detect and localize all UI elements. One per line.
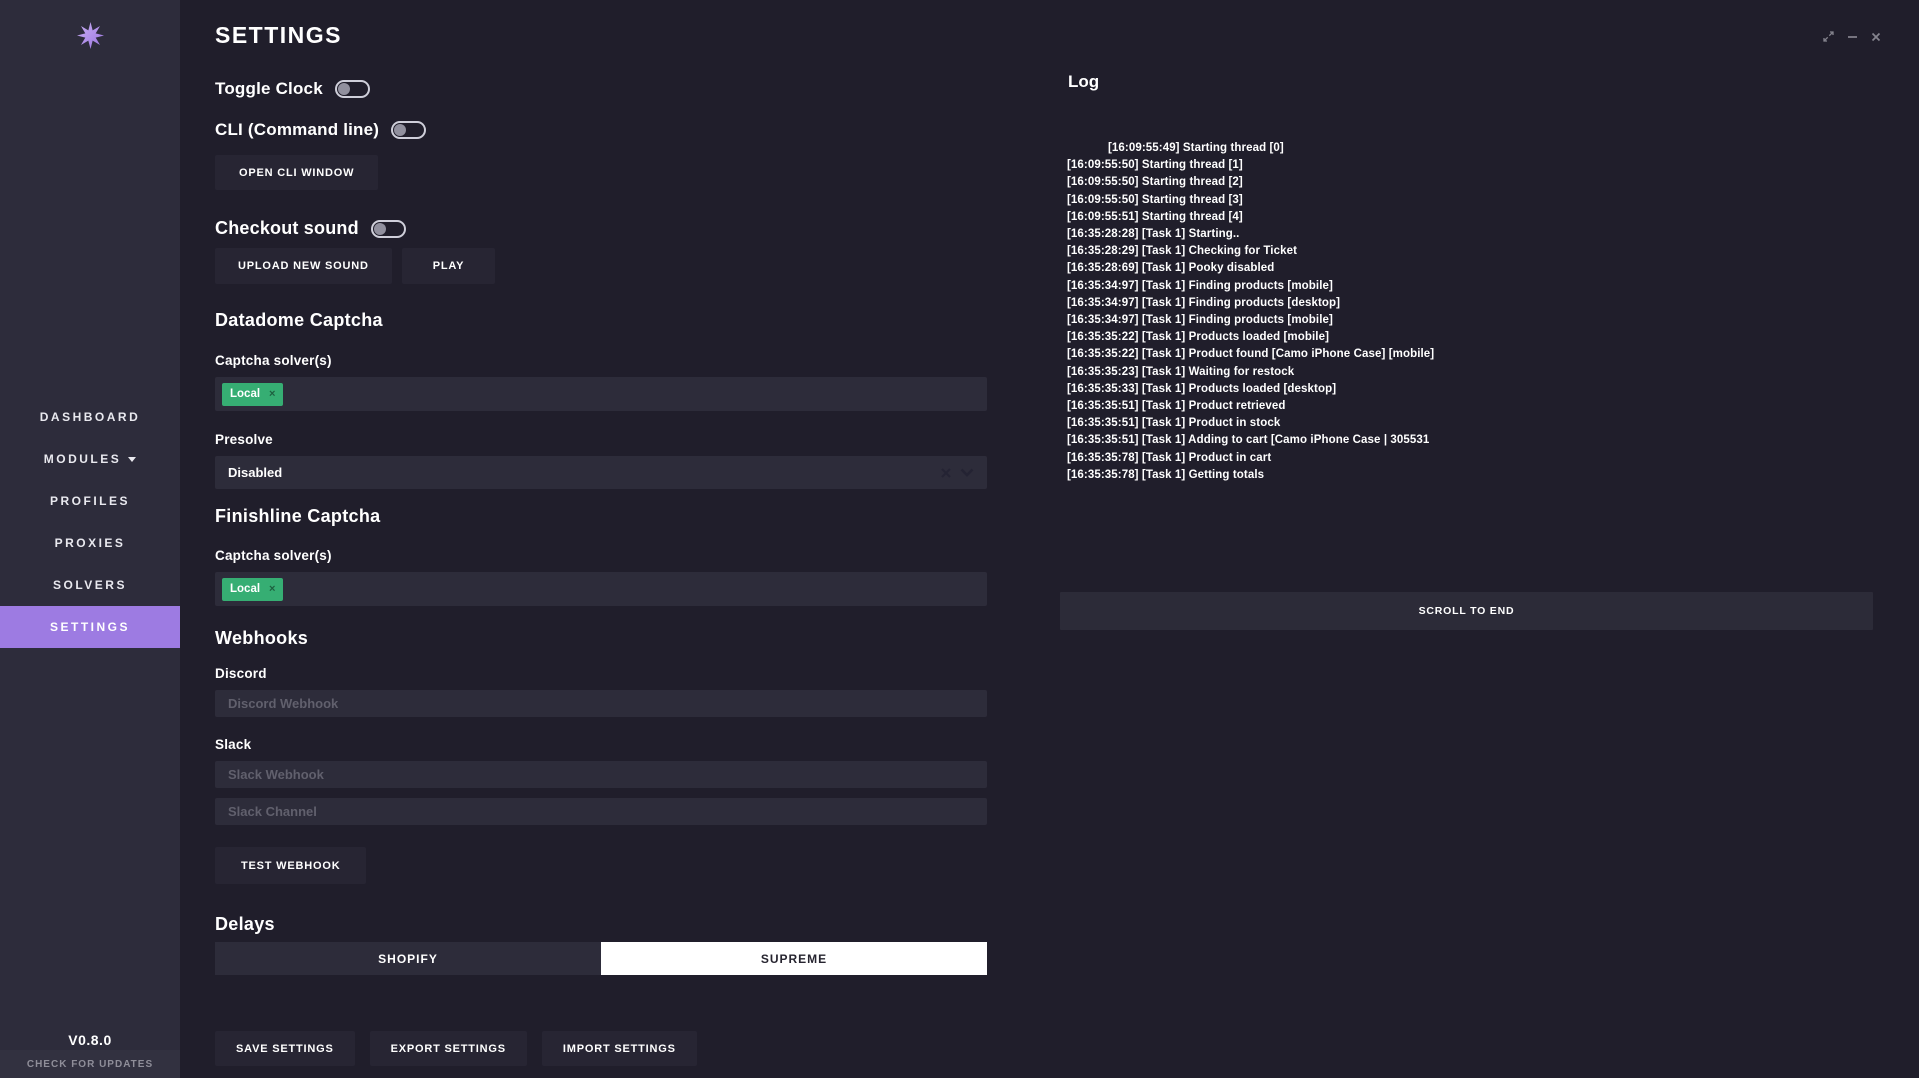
log-entry: [16:35:35:51] [Task 1] Product in stock (1067, 415, 1867, 432)
finishline-solver-select[interactable]: Local (215, 572, 987, 606)
toggle-clock-switch[interactable] (335, 80, 370, 98)
test-webhook-button[interactable]: TEST WEBHOOK (215, 847, 366, 884)
sidebar-item[interactable]: PROXIES (0, 522, 180, 564)
log-panel: Log [16:09:55:49] Starting thread [0] [1… (1060, 0, 1873, 1078)
delays-tab-label: SUPREME (761, 952, 827, 966)
webhooks-heading: Webhooks (215, 628, 987, 652)
log-entry: [16:35:34:97] [Task 1] Finding products … (1067, 312, 1867, 329)
app-window: DASHBOARD MODULES PROFILES PROXIES (0, 0, 1919, 1078)
sidebar-item-label: DASHBOARD (40, 410, 141, 424)
discord-label: Discord (215, 666, 987, 684)
log-entry: [16:35:28:28] [Task 1] Starting.. (1067, 226, 1867, 243)
sidebar-item-label: SETTINGS (50, 620, 130, 634)
clear-icon[interactable] (940, 467, 952, 479)
solver-chip-label: Local (230, 388, 260, 400)
app-logo (0, 22, 180, 49)
settings-footer-buttons: SAVE SETTINGS EXPORT SETTINGS IMPORT SET… (215, 1031, 987, 1066)
log-entry: [16:35:35:23] [Task 1] Waiting for resto… (1067, 364, 1867, 381)
sidebar-item-label: MODULES (44, 452, 122, 466)
presolve-dropdown[interactable]: Disabled (215, 456, 987, 489)
toggle-knob (374, 223, 386, 235)
log-entry: [16:35:28:29] [Task 1] Checking for Tick… (1067, 243, 1867, 260)
log-entry: [16:09:55:49] Starting thread [0] (1067, 140, 1867, 157)
sidebar-item-label: PROXIES (55, 536, 126, 550)
eight-point-star-icon (77, 22, 104, 49)
log-scroll-area[interactable]: [16:09:55:49] Starting thread [0] [16:09… (1067, 140, 1867, 484)
log-entry: [16:35:35:51] [Task 1] Adding to cart [C… (1067, 432, 1867, 449)
log-entry: [16:35:35:22] [Task 1] Product found [Ca… (1067, 346, 1867, 363)
sidebar-item[interactable]: PROFILES (0, 480, 180, 522)
settings-panel: SETTINGS Toggle Clock CLI (Command line)… (215, 0, 987, 1066)
log-entry: [16:35:34:97] [Task 1] Finding products … (1067, 295, 1867, 312)
toggle-clock-label: Toggle Clock (215, 79, 323, 99)
remove-chip-icon[interactable] (269, 389, 275, 400)
sidebar: DASHBOARD MODULES PROFILES PROXIES (0, 0, 180, 1078)
delays-tab[interactable]: SUPREME (601, 942, 987, 975)
sidebar-nav: DASHBOARD MODULES PROFILES PROXIES (0, 396, 180, 648)
delays-tabs: SHOPIFY SUPREME (215, 942, 987, 975)
version-label: V0.8.0 (0, 1032, 180, 1048)
chevron-down-icon (128, 457, 136, 462)
delays-tab[interactable]: SHOPIFY (215, 942, 601, 975)
log-entry: [16:35:35:51] [Task 1] Product retrieved (1067, 398, 1867, 415)
settings-action-button[interactable]: SAVE SETTINGS (215, 1031, 355, 1066)
checkout-sound-label: Checkout sound (215, 218, 359, 239)
log-entry: [16:35:35:78] [Task 1] Product in cart (1067, 450, 1867, 467)
open-cli-window-button[interactable]: OPEN CLI WINDOW (215, 155, 378, 190)
log-entry: [16:09:55:51] Starting thread [4] (1067, 209, 1867, 226)
checkout-sound-row: Checkout sound (215, 217, 987, 240)
cli-label: CLI (Command line) (215, 120, 379, 140)
slack-webhook-input[interactable] (215, 761, 987, 788)
play-sound-button[interactable]: PLAY (402, 248, 496, 284)
settings-action-button[interactable]: EXPORT SETTINGS (370, 1031, 527, 1066)
datadome-solver-select[interactable]: Local (215, 377, 987, 411)
sidebar-item[interactable]: SETTINGS (0, 606, 180, 648)
sidebar-item[interactable]: SOLVERS (0, 564, 180, 606)
solver-chip: Local (222, 578, 283, 601)
log-entry: [16:35:35:33] [Task 1] Products loaded [… (1067, 381, 1867, 398)
presolve-value: Disabled (228, 465, 282, 480)
finishline-solvers-label: Captcha solver(s) (215, 548, 987, 566)
sidebar-item-label: PROFILES (50, 494, 130, 508)
delays-tab-label: SHOPIFY (378, 952, 438, 966)
discord-webhook-input[interactable] (215, 690, 987, 717)
cli-switch[interactable] (391, 121, 426, 139)
cli-row: CLI (Command line) (215, 120, 987, 140)
delays-heading: Delays (215, 914, 987, 938)
log-entry: [16:09:55:50] Starting thread [2] (1067, 174, 1867, 191)
sidebar-item[interactable]: MODULES (0, 438, 180, 480)
log-title: Log (1068, 72, 1099, 92)
upload-new-sound-button[interactable]: UPLOAD NEW SOUND (215, 248, 392, 284)
sidebar-item-label: SOLVERS (53, 578, 127, 592)
solver-chip: Local (222, 383, 283, 406)
finishline-captcha-heading: Finishline Captcha (215, 506, 987, 530)
toggle-knob (338, 83, 350, 95)
datadome-solvers-label: Captcha solver(s) (215, 353, 987, 371)
toggle-knob (394, 124, 406, 136)
log-entry: [16:35:35:78] [Task 1] Getting totals (1067, 467, 1867, 484)
sidebar-item[interactable]: DASHBOARD (0, 396, 180, 438)
checkout-sound-switch[interactable] (371, 220, 406, 238)
log-entry: [16:35:35:22] [Task 1] Products loaded [… (1067, 329, 1867, 346)
solver-chip-label: Local (230, 583, 260, 595)
log-entry: [16:35:34:97] [Task 1] Finding products … (1067, 278, 1867, 295)
slack-channel-input[interactable] (215, 798, 987, 825)
log-entry: [16:09:55:50] Starting thread [1] (1067, 157, 1867, 174)
log-entry: [16:35:28:69] [Task 1] Pooky disabled (1067, 260, 1867, 277)
dropdown-icons (940, 467, 974, 479)
presolve-label: Presolve (215, 432, 987, 450)
log-entry: [16:09:55:50] Starting thread [3] (1067, 192, 1867, 209)
page-title: SETTINGS (215, 22, 987, 46)
remove-chip-icon[interactable] (269, 584, 275, 595)
chevron-down-icon[interactable] (960, 468, 974, 477)
settings-action-button[interactable]: IMPORT SETTINGS (542, 1031, 697, 1066)
datadome-captcha-heading: Datadome Captcha (215, 310, 987, 334)
check-for-updates-button[interactable]: CHECK FOR UPDATES (0, 1050, 180, 1078)
slack-label: Slack (215, 737, 987, 755)
scroll-to-end-button[interactable]: SCROLL TO END (1060, 592, 1873, 630)
toggle-clock-row: Toggle Clock (215, 79, 987, 99)
